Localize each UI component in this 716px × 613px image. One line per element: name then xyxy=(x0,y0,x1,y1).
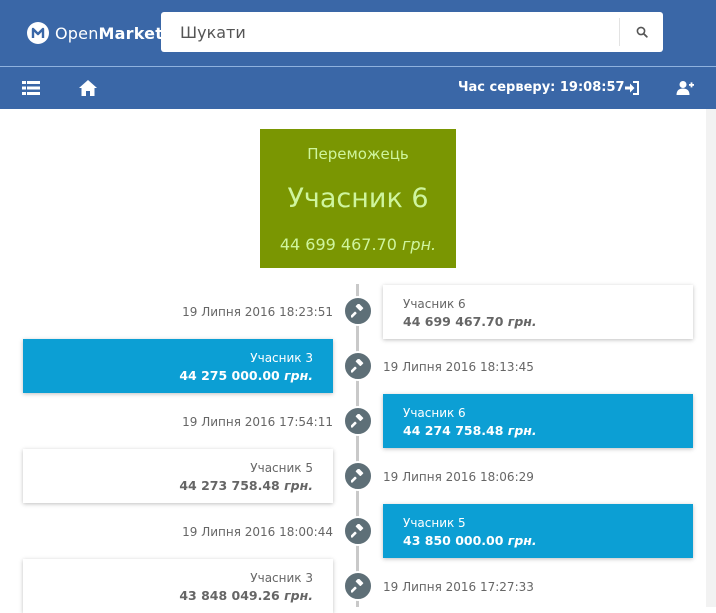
bid-date: 19 Липня 2016 18:23:51 xyxy=(182,305,333,319)
gavel-icon xyxy=(343,296,373,326)
winner-amount: 44 699 467.70 грн. xyxy=(279,235,437,254)
bid-amount: 44 699 467.70 грн. xyxy=(403,314,537,329)
gavel-icon xyxy=(343,351,373,381)
search-input[interactable] xyxy=(161,12,617,52)
nav-bar: Час серверу: 19:08:57 xyxy=(0,67,716,109)
winner-label: Переможець xyxy=(307,145,409,163)
search-box xyxy=(161,12,663,52)
add-user-icon[interactable] xyxy=(676,78,694,98)
bid-amount: 44 275 000.00 грн. xyxy=(179,368,313,383)
top-header: OpenMarket xyxy=(0,0,716,66)
server-time: Час серверу: 19:08:57 xyxy=(458,80,625,95)
search-icon xyxy=(636,23,648,42)
bid-date: 19 Липня 2016 17:27:33 xyxy=(383,580,534,594)
bid-card: Учасник 6 44 699 467.70 грн. xyxy=(383,285,693,339)
bid-participant: Учасник 6 xyxy=(403,297,466,311)
bid-card: Учасник 5 44 273 758.48 грн. xyxy=(23,449,333,503)
openmarket-logo-icon xyxy=(27,22,49,44)
gavel-icon xyxy=(343,571,373,601)
bid-card: Учасник 3 43 848 049.26 грн. xyxy=(23,559,333,613)
gavel-icon xyxy=(343,516,373,546)
gavel-icon xyxy=(343,406,373,436)
list-icon[interactable] xyxy=(22,78,40,98)
openmarket-logo[interactable]: OpenMarket xyxy=(27,20,163,46)
winner-name: Учасник 6 xyxy=(287,183,429,214)
bid-amount: 44 274 758.48 грн. xyxy=(403,423,537,438)
bid-card: Учасник 3 44 275 000.00 грн. xyxy=(23,339,333,393)
winner-panel: Переможець Учасник 6 44 699 467.70 грн. xyxy=(260,129,456,268)
bid-date: 19 Липня 2016 18:06:29 xyxy=(383,470,534,484)
bid-participant: Учасник 5 xyxy=(403,516,466,530)
logo-text: OpenMarket xyxy=(55,23,164,43)
timeline-line xyxy=(356,284,359,607)
home-icon[interactable] xyxy=(78,78,98,98)
search-button[interactable] xyxy=(619,18,663,46)
sign-in-icon[interactable] xyxy=(624,78,640,98)
bid-participant: Учасник 6 xyxy=(403,406,466,420)
bid-amount: 43 850 000.00 грн. xyxy=(403,533,537,548)
bid-date: 19 Липня 2016 18:00:44 xyxy=(182,525,333,539)
bid-amount: 44 273 758.48 грн. xyxy=(179,478,313,493)
bid-card: Учасник 6 44 274 758.48 грн. xyxy=(383,394,693,448)
bid-participant: Учасник 5 xyxy=(250,461,313,475)
bid-amount: 43 848 049.26 грн. xyxy=(179,588,313,603)
bid-card: Учасник 5 43 850 000.00 грн. xyxy=(383,504,693,558)
gavel-icon xyxy=(343,461,373,491)
scrollbar-track[interactable] xyxy=(706,109,716,607)
bid-date: 19 Липня 2016 17:54:11 xyxy=(182,415,333,429)
bid-participant: Учасник 3 xyxy=(250,351,313,365)
bid-participant: Учасник 3 xyxy=(250,571,313,585)
bid-date: 19 Липня 2016 18:13:45 xyxy=(383,360,534,374)
